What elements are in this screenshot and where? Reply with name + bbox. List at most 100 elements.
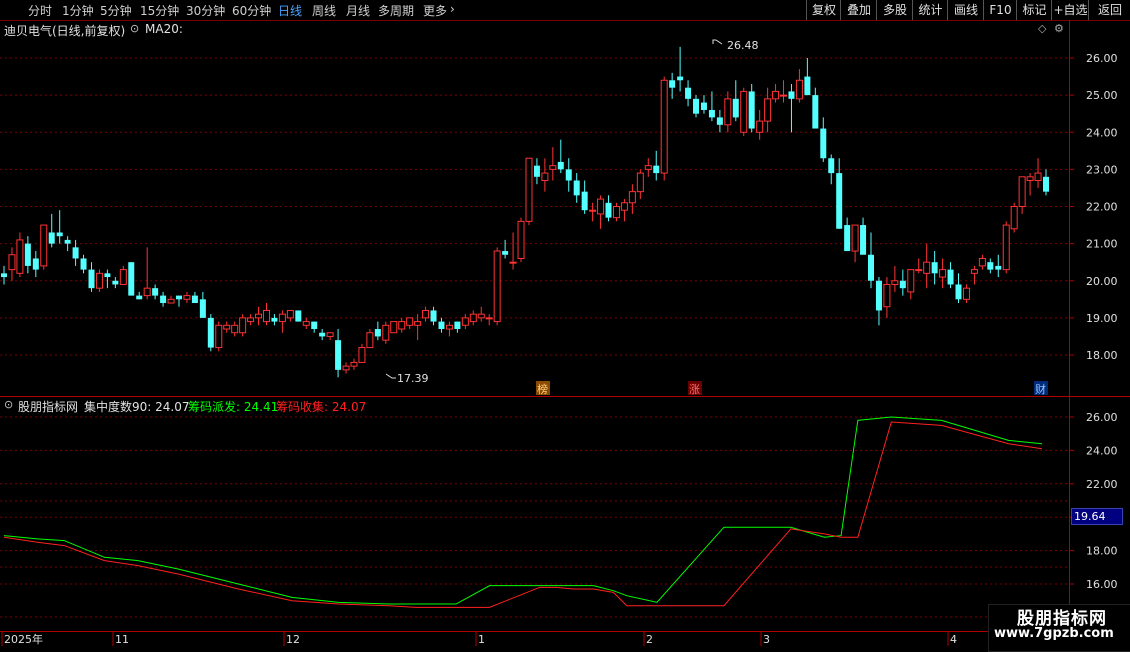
- candle-body-up: [939, 269, 947, 278]
- candle-body-down: [64, 239, 71, 244]
- candle-body-up: [493, 250, 501, 323]
- candle-body-up: [350, 361, 358, 367]
- candle-body-down: [1043, 176, 1049, 192]
- candle-body-down: [748, 91, 755, 129]
- candle-body-down: [136, 295, 143, 300]
- low-price-label: 17.39: [397, 372, 429, 385]
- candle-body-up: [445, 324, 453, 330]
- candle-body-up: [883, 283, 891, 308]
- candle-body-up: [970, 269, 978, 274]
- price-tick-label: 24.00: [1086, 126, 1118, 139]
- candle-body-down: [72, 247, 79, 259]
- candle-body-up: [143, 287, 151, 297]
- candle-body-down: [533, 165, 540, 177]
- candle-body-up: [239, 317, 247, 334]
- candle-body-up: [795, 79, 803, 100]
- time-label-4: 2: [646, 633, 653, 646]
- candle-body-up: [636, 172, 644, 193]
- current-value-box: 19.64: [1071, 508, 1123, 525]
- candle-body-down: [335, 340, 342, 370]
- candle-body-up: [851, 224, 859, 252]
- candle-body-up: [891, 280, 899, 285]
- time-label-0: 2025年: [4, 632, 43, 646]
- candle-body-down: [430, 310, 437, 322]
- candle-body-down: [207, 317, 214, 348]
- indicator-tick-label: 18.00: [1086, 545, 1118, 558]
- candle-body-down: [112, 280, 119, 285]
- time-label-5: 3: [763, 633, 770, 646]
- candle-body-down: [693, 98, 700, 114]
- event-tag-0: 榜: [537, 382, 548, 396]
- candle-body-up: [620, 202, 628, 211]
- time-label-6: 4: [950, 633, 957, 646]
- event-tag-1: 涨: [689, 383, 700, 396]
- candle-body-up: [740, 90, 748, 133]
- watermark-url: www.7gpzb.com: [994, 626, 1114, 641]
- series-line-0: [3, 416, 1043, 605]
- candle-body-up: [1026, 176, 1034, 182]
- indicator-value-collect: 筹码收集: 24.07: [276, 400, 367, 414]
- candle-body-down: [931, 262, 938, 274]
- candle-body-down: [955, 284, 962, 300]
- series-line-1: [3, 421, 1043, 608]
- candle-body-up: [907, 269, 915, 293]
- candle-body-up: [95, 272, 103, 289]
- candle-body-down: [708, 109, 715, 118]
- candle-body-up: [469, 313, 477, 323]
- candle-body-down: [1, 273, 7, 278]
- candle-body-up: [16, 239, 24, 274]
- candle-body-down: [565, 169, 572, 181]
- candle-body-up: [1018, 176, 1026, 208]
- collapse-icon[interactable]: ⊙: [4, 398, 13, 411]
- candle-body-down: [502, 251, 509, 255]
- candle-body-down: [868, 254, 875, 281]
- candle-body-up: [119, 269, 127, 285]
- candle-body-up: [589, 209, 597, 212]
- candle-body-down: [732, 98, 739, 118]
- candle-body-down: [152, 288, 159, 296]
- candle-body-up: [382, 324, 390, 341]
- candle-body-up: [541, 172, 549, 182]
- candle-body-down: [311, 321, 318, 330]
- candle-body-up: [326, 332, 334, 337]
- candle-body-up: [278, 313, 286, 323]
- candle-body-down: [812, 95, 819, 129]
- price-tick-label: 18.00: [1086, 349, 1118, 362]
- candle-body-up: [1010, 206, 1018, 230]
- candle-body-down: [88, 269, 95, 289]
- candle-body-up: [764, 98, 772, 122]
- indicator-value-distribute: 筹码派发: 24.41: [188, 400, 279, 414]
- candle-body-up: [398, 321, 406, 330]
- candle-body-down: [995, 265, 1002, 270]
- event-tag-2: 财: [1035, 382, 1046, 396]
- candle-body-up: [477, 313, 485, 319]
- candle-body-down: [669, 80, 676, 88]
- candle-body-up: [628, 191, 636, 204]
- kline-chart[interactable]: 26.00 25.00 24.00 23.00 22.00 21.00 20.00 19.00…: [0, 0, 1130, 650]
- candle-body-up: [183, 295, 191, 300]
- candle-body-down: [319, 332, 326, 337]
- candle-body-up: [772, 90, 780, 100]
- candle-body-down: [987, 262, 994, 270]
- indicator-value-concentration: 集中度数90: 24.07: [84, 400, 190, 414]
- candle-body-up: [167, 298, 175, 304]
- high-marker: [712, 39, 723, 45]
- indicator-tick-label: 26.00: [1086, 411, 1118, 424]
- candle-body-down: [860, 225, 867, 255]
- price-tick-label: 21.00: [1086, 238, 1118, 251]
- candle-body-down: [454, 321, 461, 330]
- candle-body-up: [422, 309, 430, 319]
- candle-body-down: [573, 180, 580, 196]
- time-label-3: 1: [478, 633, 485, 646]
- candle-body-down: [605, 202, 612, 218]
- candle-body-up: [644, 165, 652, 170]
- candle-body-up: [406, 317, 414, 326]
- indicator-tick-label: 16.00: [1086, 578, 1118, 591]
- candle-body-down: [32, 258, 39, 270]
- candle-body-down: [438, 321, 445, 330]
- price-tick-label: 23.00: [1086, 163, 1118, 176]
- candle-body-up: [978, 257, 986, 267]
- candle-body-down: [24, 243, 31, 266]
- time-label-1: 11: [115, 633, 129, 646]
- candle-body-up: [40, 224, 48, 267]
